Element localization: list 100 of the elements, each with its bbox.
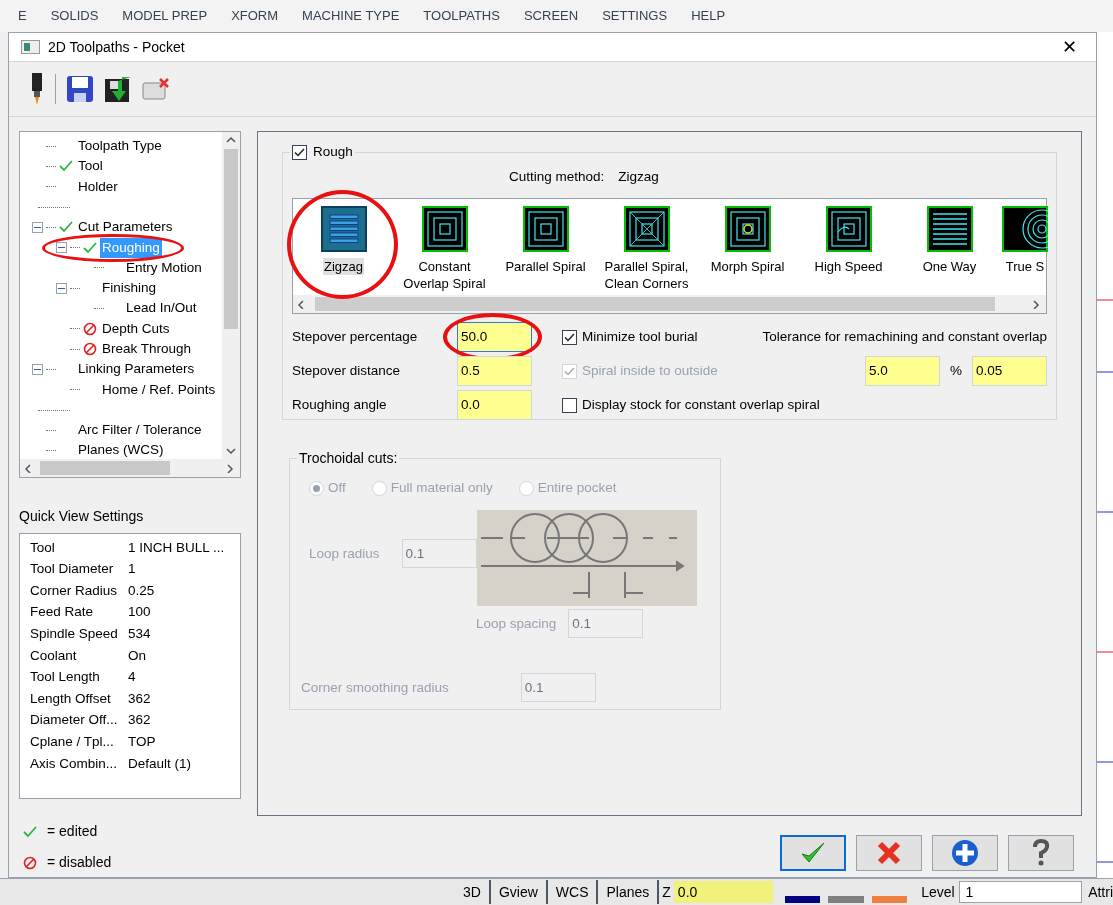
field-label: Roughing angle xyxy=(292,395,387,414)
collapse-icon[interactable] xyxy=(56,282,67,294)
status-button[interactable]: Gview xyxy=(490,880,548,904)
ok-button[interactable] xyxy=(780,835,846,871)
cut-pattern-icon[interactable] xyxy=(320,206,367,252)
table-cell-text: Diameter Off... xyxy=(30,711,119,730)
input-field[interactable]: 0.05 xyxy=(972,356,1047,386)
menu-item[interactable]: XFORM xyxy=(231,6,279,26)
method-label[interactable]: One Way xyxy=(921,258,978,275)
level-dropdown[interactable]: 1 xyxy=(958,881,1083,903)
collapse-icon[interactable] xyxy=(32,221,43,233)
tree-item[interactable]: Planes (WCS) xyxy=(76,440,166,459)
save-arrow-icon[interactable] xyxy=(104,75,132,103)
cancel-button[interactable] xyxy=(856,835,922,871)
close-window-icon[interactable] xyxy=(142,77,170,101)
field-label: Z xyxy=(661,882,672,902)
collapse-icon[interactable] xyxy=(56,242,67,254)
color-swatch[interactable] xyxy=(828,896,864,903)
method-label[interactable]: Morph Spiral xyxy=(709,258,786,275)
tree-item[interactable]: Lead In/Out xyxy=(124,298,199,319)
tree-item[interactable]: Home / Ref. Points xyxy=(100,379,218,400)
menu-item[interactable]: HELP xyxy=(691,6,726,26)
tree-item[interactable]: Finishing xyxy=(100,278,159,299)
input-field[interactable]: 0.0 xyxy=(457,390,532,420)
checkbox[interactable] xyxy=(562,329,577,345)
check-icon xyxy=(800,841,826,865)
tree-item[interactable]: Entry Motion xyxy=(124,257,204,279)
menu-item[interactable]: MODEL PREP xyxy=(122,6,208,26)
plus-icon xyxy=(951,839,979,867)
table-cell-text: Axis Combin... xyxy=(30,754,119,773)
input-field[interactable]: 5.0 xyxy=(865,356,940,386)
menu-item[interactable]: TOOLPATHS xyxy=(423,6,500,26)
save-icon[interactable] xyxy=(66,75,94,103)
table-cell-text: 1 INCH BULL ... xyxy=(128,538,225,557)
scroll-right-icon[interactable] xyxy=(226,463,236,473)
tool-icon[interactable] xyxy=(29,73,45,105)
method-label[interactable]: Zigzag xyxy=(323,258,364,275)
checkbox[interactable] xyxy=(562,397,577,413)
method-label[interactable]: Constant Overlap Spiral xyxy=(394,258,495,292)
checkbox-label: Rough xyxy=(313,142,353,161)
cut-pattern-icon[interactable] xyxy=(522,206,569,252)
tree-item[interactable]: Arc Filter / Tolerance xyxy=(76,420,204,441)
add-button[interactable] xyxy=(932,835,998,871)
menu-item[interactable]: SOLIDS xyxy=(50,6,99,26)
section-title: Quick View Settings xyxy=(19,507,145,526)
scrollbar[interactable] xyxy=(222,132,240,459)
tree-item[interactable]: Linking Parameters xyxy=(76,359,197,380)
cut-pattern-icon[interactable] xyxy=(623,206,670,252)
menu-item[interactable]: SCREEN xyxy=(523,6,579,26)
z-field[interactable]: 0.0 xyxy=(673,881,773,903)
field-value: Zigzag xyxy=(618,167,659,186)
tree-item[interactable]: Holder xyxy=(76,176,120,197)
scroll-up-icon[interactable] xyxy=(226,135,236,145)
field-label: Stepover distance xyxy=(292,361,401,380)
window-title: 2D Toolpaths - Pocket xyxy=(48,37,185,57)
table-cell-text: 362 xyxy=(128,689,151,708)
cut-pattern-icon[interactable] xyxy=(825,206,872,252)
status-button[interactable]: WCS xyxy=(547,880,599,904)
close-button[interactable]: ✕ xyxy=(1054,38,1084,56)
menu-item[interactable]: MACHINE TYPE xyxy=(302,6,400,26)
scroll-down-icon[interactable] xyxy=(226,446,236,456)
menu-item[interactable]: E xyxy=(18,6,27,26)
table-cell-text: Cplane / Tpl... xyxy=(30,733,115,751)
scroll-right-icon[interactable] xyxy=(1032,299,1042,309)
table-cell-text: 100 xyxy=(128,603,151,622)
field-label: Cutting method: xyxy=(509,167,605,186)
method-label[interactable]: Parallel Spiral xyxy=(504,258,587,275)
cut-pattern-icon[interactable] xyxy=(421,206,468,252)
input-field[interactable]: 50.0 xyxy=(457,322,532,352)
cut-pattern-icon[interactable] xyxy=(724,206,771,252)
method-label[interactable]: Parallel Spiral, Clean Corners xyxy=(596,258,697,292)
menu-item[interactable]: SETTINGS xyxy=(602,6,668,26)
check-icon xyxy=(23,825,37,838)
checkbox-label: Spiral inside to outside xyxy=(582,361,718,380)
tree-item[interactable]: Cut Parameters xyxy=(76,217,175,238)
table-cell-text: 1 xyxy=(128,560,136,579)
cut-pattern-icon[interactable] xyxy=(1002,206,1048,252)
table-cell-text: Length Offset xyxy=(30,689,112,708)
collapse-icon[interactable] xyxy=(32,363,43,375)
table-cell-text: 0.25 xyxy=(128,581,155,600)
help-button[interactable] xyxy=(1008,835,1074,871)
status-button[interactable]: 3D xyxy=(455,880,491,904)
tree-item[interactable]: Tool xyxy=(76,156,105,177)
color-swatch[interactable] xyxy=(871,896,908,903)
legend-label: = disabled xyxy=(47,853,112,872)
scrollbar[interactable] xyxy=(293,295,1046,313)
scrollbar[interactable] xyxy=(20,459,240,477)
color-swatch[interactable] xyxy=(784,896,821,903)
scroll-left-icon[interactable] xyxy=(297,299,307,309)
checkbox[interactable] xyxy=(292,144,307,160)
method-label[interactable]: True S xyxy=(1004,258,1046,275)
table-cell-text: Tool xyxy=(30,538,56,557)
table-cell-text: Tool Length xyxy=(30,668,101,687)
checkbox-label: Minimize tool burial xyxy=(582,327,698,346)
method-label[interactable]: High Speed xyxy=(813,258,884,275)
scroll-left-icon[interactable] xyxy=(24,463,34,473)
status-button[interactable]: Planes xyxy=(598,880,660,904)
tree-item[interactable]: Toolpath Type xyxy=(76,136,164,157)
cut-pattern-icon[interactable] xyxy=(926,206,973,252)
input-field[interactable]: 0.5 xyxy=(457,356,532,386)
